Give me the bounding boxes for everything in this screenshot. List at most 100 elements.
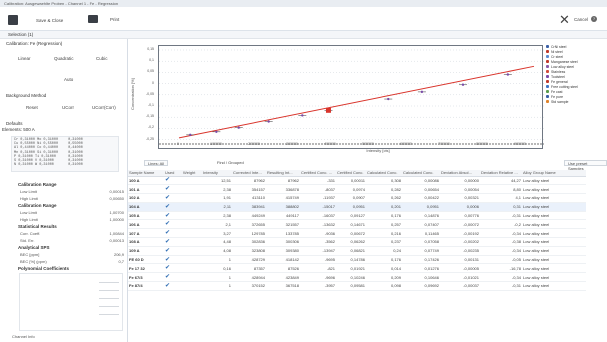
- ucorr-button[interactable]: UCorr: [62, 105, 74, 110]
- value-cell: [182, 228, 202, 239]
- data-point[interactable]: [301, 114, 304, 117]
- reset-button[interactable]: Reset: [26, 105, 38, 110]
- value-cell: -0,38: [480, 237, 522, 247]
- value-cell: [182, 202, 202, 212]
- save-close-button[interactable]: Save & Close: [8, 15, 63, 25]
- value-cell: 354157: [232, 184, 266, 195]
- value-cell: 3,27: [202, 228, 232, 239]
- ucorr-save-button[interactable]: UCorr(Corr): [92, 105, 116, 110]
- value-cell: 1: [202, 255, 232, 265]
- sample-name-cell: Fe 67/3: [128, 272, 164, 283]
- cubic-button[interactable]: Cubic: [96, 56, 108, 61]
- value-cell: 0,176: [366, 211, 402, 221]
- print-button[interactable]: Print: [88, 15, 119, 23]
- data-point[interactable]: [420, 90, 424, 94]
- used-checkbox[interactable]: ✔: [164, 219, 182, 230]
- data-point[interactable]: [506, 73, 510, 76]
- table-row[interactable]: 102 A ✔ 1,91 413110 415749 -11937 0,0907 0,262 0…: [128, 193, 586, 203]
- column-header[interactable]: Corrected Inte...: [232, 170, 266, 177]
- table-row[interactable]: 106 A ✔ 2,1 372655 321557 -13632 0,14671 0,257 0…: [128, 219, 586, 230]
- used-checkbox[interactable]: ✔: [164, 272, 182, 283]
- used-checkbox[interactable]: ✔: [164, 184, 182, 195]
- value-cell: 0,16: [202, 263, 232, 274]
- value-cell: 0,0951: [402, 202, 440, 212]
- table-row[interactable]: FE 60 D ✔ 1 428729 418142 -9695 0,14786 0,176 0,…: [128, 255, 586, 265]
- legend-label: Manganese steel: [551, 59, 578, 64]
- legend-swatch: [546, 50, 549, 53]
- x-axis-label: Intensity [cts]: [366, 148, 390, 153]
- table-row[interactable]: Fe 17 32 ✔ 0,16 87357 87526 -821 0,01921 0,014 0…: [128, 263, 586, 274]
- auto-button[interactable]: Auto: [64, 77, 73, 82]
- value-cell: [182, 219, 202, 230]
- used-checkbox[interactable]: ✔: [164, 211, 182, 221]
- used-checkbox[interactable]: ✔: [164, 202, 182, 212]
- y-tick-label: -0,25: [146, 136, 154, 141]
- table-row[interactable]: Fe 67/3 ✔ 1 428944 423849 -9696 0,10246 0,209 0,…: [128, 272, 586, 283]
- value-cell: [182, 281, 202, 291]
- linear-button[interactable]: Linear: [18, 56, 31, 61]
- legend-swatch: [546, 100, 549, 103]
- table-toolbar: Lines: All Find / Grouped Use preset Sam…: [128, 158, 607, 171]
- value-cell: 302836: [232, 237, 266, 247]
- tab-selection[interactable]: Selection (1): [8, 32, 33, 37]
- legend-label: Fe pure: [551, 94, 564, 99]
- column-header[interactable]: Calculated Conc.: [366, 170, 402, 177]
- find-grouped[interactable]: Find / Grouped: [214, 160, 247, 166]
- selected-point[interactable]: [325, 107, 331, 113]
- data-point[interactable]: [237, 126, 240, 129]
- used-checkbox[interactable]: ✔: [164, 246, 182, 256]
- use-preset-button[interactable]: Use preset Samples: [564, 160, 607, 171]
- value-cell: 0,00321: [440, 193, 480, 203]
- alloy-group-cell: Low alloy steel: [522, 281, 586, 291]
- save-icon: [8, 15, 18, 25]
- table-row[interactable]: 107 A ✔ 3,27 129785 133785 -9036 0,00672 0,216 0…: [128, 228, 586, 239]
- quadratic-button[interactable]: Quadratic: [54, 56, 74, 61]
- data-point[interactable]: [215, 130, 218, 133]
- value-cell: 0,00776: [440, 211, 480, 221]
- value-cell: 2,11: [202, 202, 232, 212]
- value-cell: 12,51: [202, 176, 232, 186]
- lines-filter[interactable]: Lines: All: [144, 160, 169, 166]
- column-header[interactable]: Deviation Relative ...: [480, 170, 522, 177]
- restore-auto-button[interactable]: Restore Auto: [22, 136, 48, 141]
- table-row[interactable]: 104 A ✔ 2,11 383941 388802 -15017 0,0951 0,201 0…: [128, 202, 586, 212]
- table-row[interactable]: 109 A ✔ 4,08 323808 309380 -13947 0,06821 0,24 0…: [128, 246, 586, 256]
- column-header[interactable]: Certified Conc.: [336, 170, 366, 177]
- data-point[interactable]: [387, 97, 390, 101]
- used-checkbox[interactable]: ✔: [164, 176, 182, 186]
- value-cell: -16037: [300, 211, 336, 221]
- close-icon[interactable]: ✕: [559, 13, 570, 26]
- alloy-group-cell: Low alloy steel: [522, 211, 586, 221]
- used-checkbox[interactable]: ✔: [164, 255, 182, 265]
- legend-label: Stainless: [551, 69, 566, 74]
- edit-intensities-button[interactable]: Edit Intensities: [76, 136, 105, 141]
- cancel-button[interactable]: Cancel: [574, 17, 588, 22]
- used-checkbox[interactable]: ✔: [164, 237, 182, 247]
- data-point[interactable]: [461, 83, 465, 86]
- legend-label: Toolsteel: [551, 74, 565, 79]
- value-cell: 418142: [266, 255, 300, 265]
- window-title: Calibration: Ausgewaehlte Proben - Chann…: [0, 0, 607, 7]
- value-cell: -0,00235: [440, 246, 480, 256]
- table-row[interactable]: Fe 87/4 ✔ 1 370152 367518 -3957 0,09581 0,098 0,…: [128, 281, 586, 291]
- value-cell: 87526: [266, 263, 300, 274]
- data-point[interactable]: [267, 120, 270, 123]
- used-checkbox[interactable]: ✔: [164, 281, 182, 291]
- alloy-group-cell: Low alloy steel: [522, 176, 586, 186]
- value-cell: 0,282: [366, 184, 402, 195]
- legend-label: Free cutting steel: [551, 84, 578, 89]
- help-icon[interactable]: ?: [591, 16, 597, 22]
- used-checkbox[interactable]: ✔: [164, 263, 182, 274]
- legend: CrNi steel Ni steel Cr steel Manganese stee…: [546, 44, 606, 104]
- value-cell: -0,34: [480, 246, 522, 256]
- table-row[interactable]: 101 A ✔ 2,38 354157 336878 -8037 0,0974 0,282 0,…: [128, 184, 586, 195]
- used-checkbox[interactable]: ✔: [164, 228, 182, 239]
- table-row[interactable]: 105 A ✔ 2,38 449249 449117 -16037 0,09127 0,176…: [128, 211, 586, 221]
- y-tick-label: 0,1: [149, 58, 154, 63]
- data-point[interactable]: [189, 133, 192, 137]
- table-row[interactable]: 100 A ✔ 12,51 87962 87962 -331 0,00011 0,308 0,0…: [128, 176, 586, 186]
- table-row[interactable]: 108 A ✔ 4,48 302836 300306 -3562 0,06262 0,237 0…: [128, 237, 586, 247]
- column-header[interactable]: Certified Conc. ...: [300, 170, 336, 177]
- plot-frame[interactable]: [158, 45, 544, 149]
- used-checkbox[interactable]: ✔: [164, 193, 182, 203]
